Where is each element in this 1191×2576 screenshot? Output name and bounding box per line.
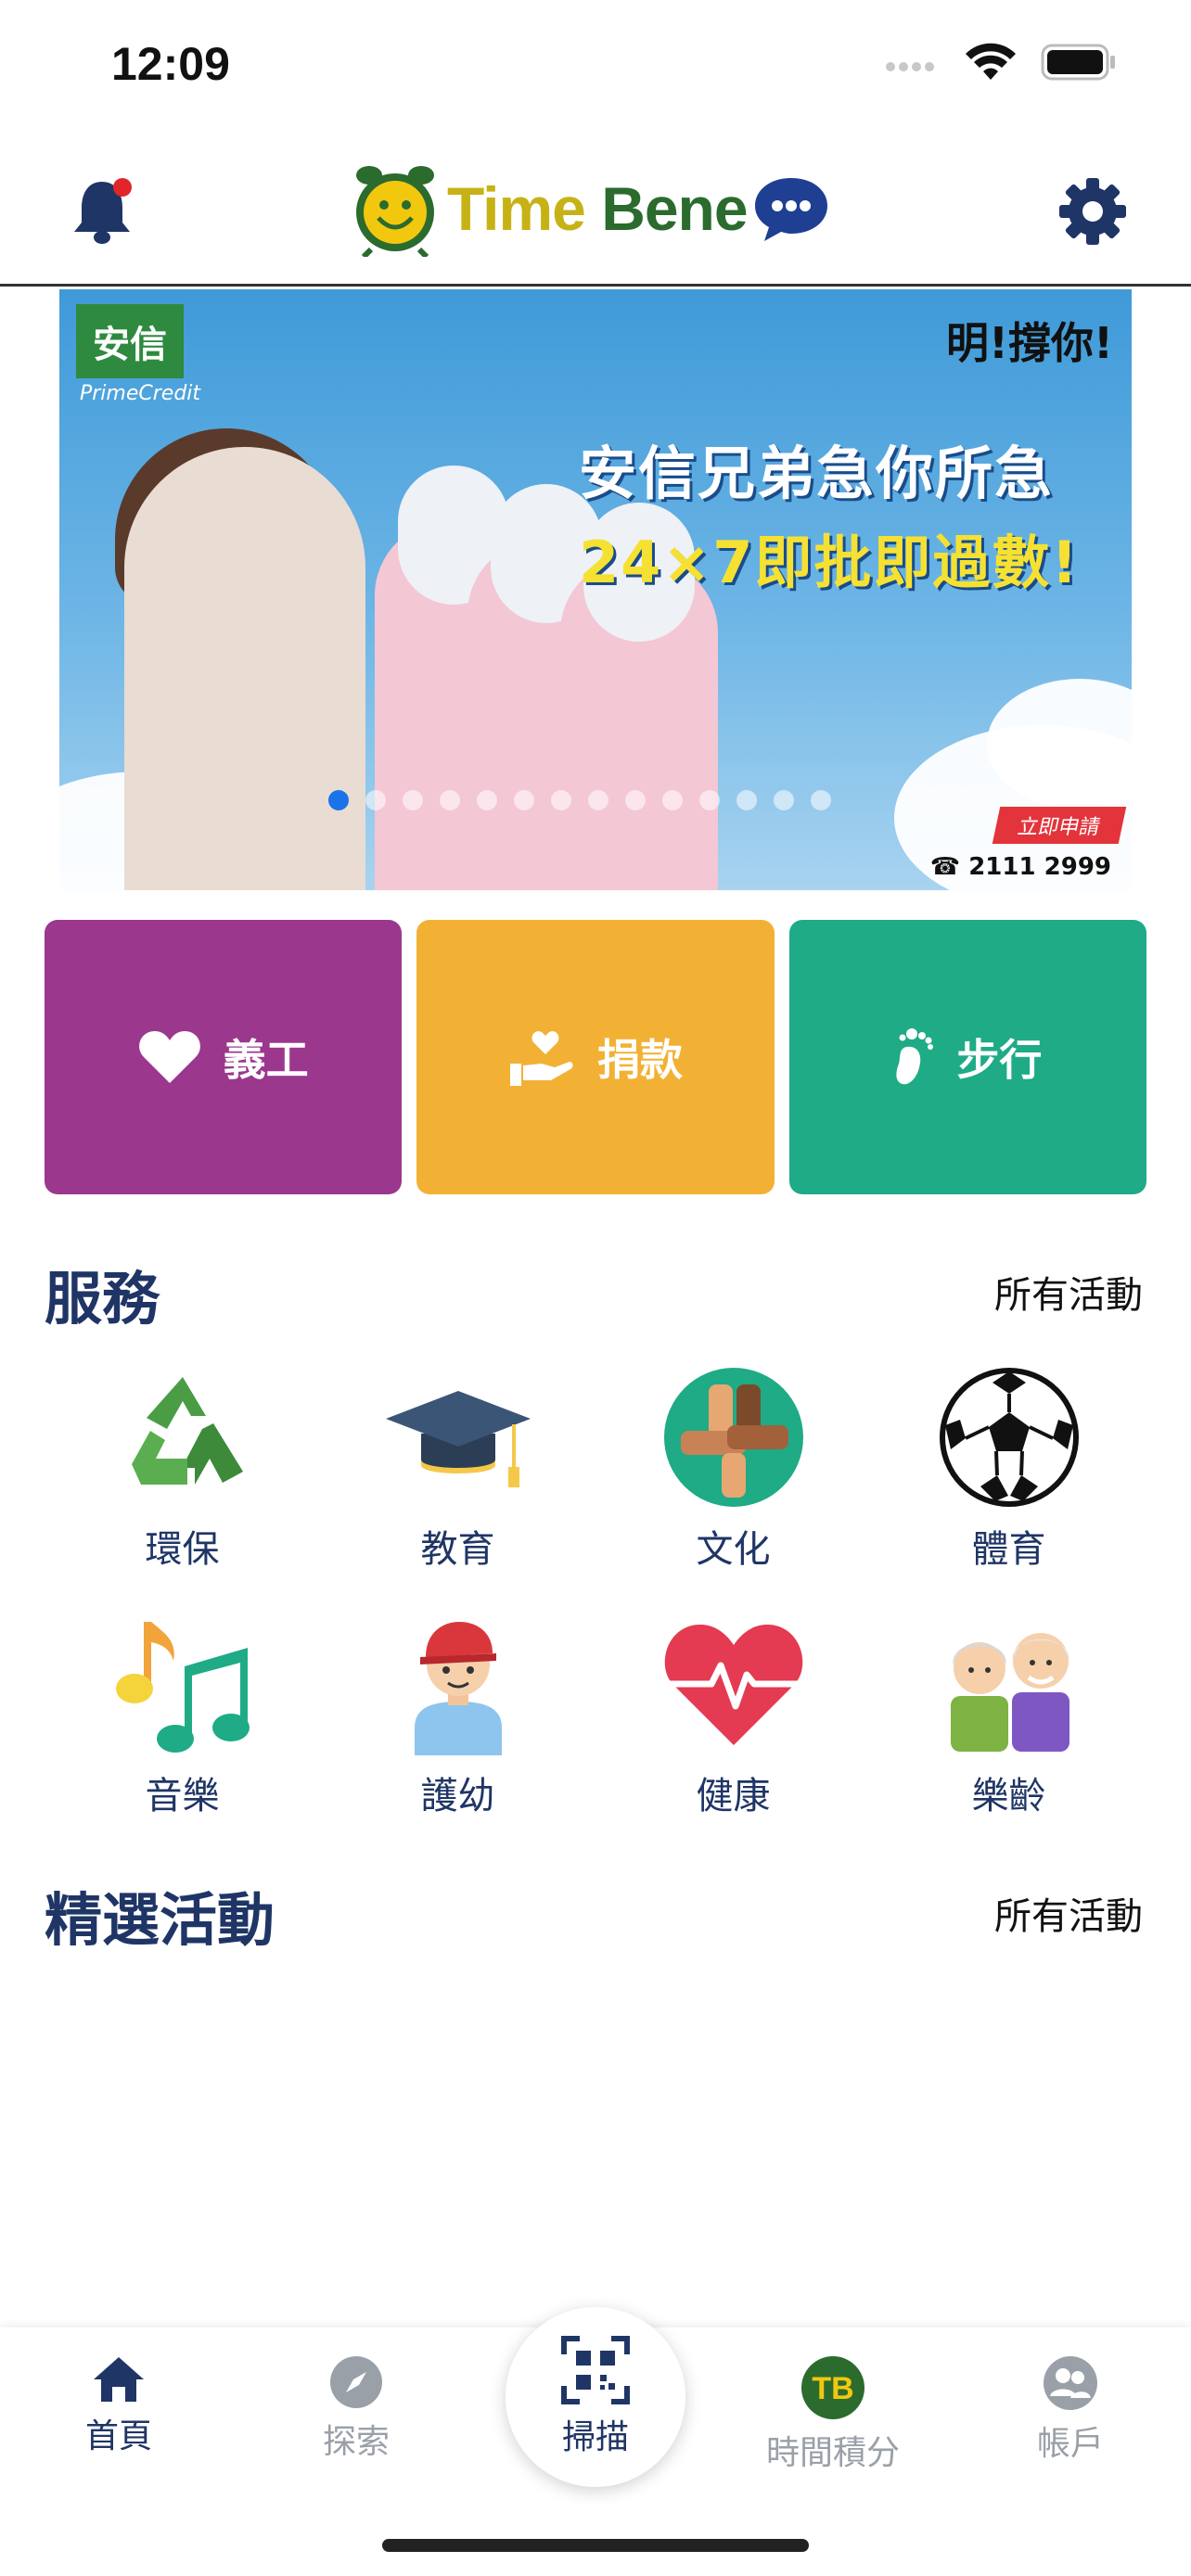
carousel-dot[interactable] [588,790,608,810]
hands-culture-icon [663,1368,803,1507]
logo-text-bene: Bene [601,174,748,243]
graduation-cap-icon [385,1391,531,1487]
tab-account[interactable]: 帳戶 [987,2355,1154,2465]
app-header: Time Bene [0,130,1191,287]
carousel-dot[interactable] [551,790,571,810]
promo-banner-carousel[interactable]: 安信 PrimeCredit 明!撐你! 安信兄弟急你所急 24×7即批即過數!… [59,289,1132,890]
status-bar: 12:09 [0,0,1191,130]
chat-bubble-icon [754,178,827,241]
battery-icon [1041,44,1115,81]
heart-icon [138,1031,200,1083]
compass-icon [330,2356,382,2408]
carousel-dot[interactable] [440,790,460,810]
tab-label: 帳戶 [1036,2425,1104,2463]
carousel-dot[interactable] [774,790,794,810]
banner-slogan: 安信兄弟急你所急 24×7即批即過數! [579,427,1080,599]
services-grid: 環保 教育 文化 體育 音樂 護幼 健康 樂齡 [45,1363,1146,1856]
carousel-pagination[interactable] [328,790,831,810]
tab-label: 掃描 [561,2418,629,2456]
tb-points-icon: TB [801,2356,864,2419]
service-elderly[interactable]: 樂齡 [871,1610,1146,1819]
heartbeat-icon [664,1625,802,1745]
carousel-dot[interactable] [328,790,349,810]
service-music[interactable]: 音樂 [45,1610,320,1819]
banner-brand-name: PrimeCredit [80,382,201,405]
app-logo: Time Bene [351,158,831,260]
carousel-dot[interactable] [662,790,683,810]
soccer-ball-icon [939,1368,1079,1507]
service-education[interactable]: 教育 [320,1363,596,1573]
carousel-dot[interactable] [736,790,757,810]
service-label: 護幼 [420,1775,495,1817]
scan-button[interactable]: 掃描 [506,2307,685,2487]
qr-code-icon [561,2336,630,2404]
recycle-icon [131,1377,243,1485]
service-label: 環保 [145,1528,220,1571]
quick-actions: 義工 捐款 步行 [45,920,1146,1194]
featured-all-activities-link[interactable]: 所有活動 [994,1886,1143,1940]
carousel-dot[interactable] [477,790,497,810]
notification-bell-icon[interactable] [65,174,139,249]
child-icon [414,1622,502,1755]
cellular-signal-icon [886,62,934,71]
tab-label: 首頁 [84,2417,152,2455]
logo-text-time: Time [447,174,602,243]
carousel-dot[interactable] [514,790,534,810]
service-label: 樂齡 [971,1775,1046,1817]
carousel-dot[interactable] [699,790,720,810]
walking-label: 步行 [956,1035,1043,1085]
wifi-icon [966,43,1016,80]
service-label: 音樂 [145,1775,220,1817]
service-label: 健康 [696,1775,771,1817]
walking-button[interactable]: 步行 [788,920,1146,1194]
banner-apply-button[interactable]: 立即申請 [992,807,1127,844]
settings-gear-icon[interactable] [1057,176,1128,247]
tab-home[interactable]: 首頁 [35,2355,202,2457]
service-health[interactable]: 健康 [596,1610,871,1819]
tab-label: 時間積分 [765,2434,900,2472]
service-label: 教育 [420,1528,495,1571]
notification-dot [113,178,132,197]
donate-hand-icon [509,1031,573,1086]
service-label: 體育 [971,1528,1046,1571]
home-icon [94,2357,144,2402]
services-all-activities-link[interactable]: 所有活動 [994,1265,1143,1319]
carousel-dot[interactable] [365,790,386,810]
banner-phone-number: 2111 2999 [968,853,1111,881]
footprint-icon [896,1028,934,1085]
tab-label: 探索 [322,2423,390,2461]
service-label: 文化 [696,1528,771,1571]
banner-brand-logo: 安信 [76,304,184,378]
status-time: 12:09 [111,38,230,90]
banner-person [124,447,365,890]
carousel-dot[interactable] [403,790,423,810]
donate-label: 捐款 [596,1035,683,1085]
banner-slogan-line1: 安信兄弟急你所急 [579,440,1055,507]
featured-activities-title: 精選活動 [45,1886,275,1954]
carousel-dot[interactable] [625,790,646,810]
alarm-clock-logo-icon [356,166,434,257]
volunteer-button[interactable]: 義工 [45,920,403,1194]
banner-top-slogan: 明!撐你! [946,318,1113,368]
volunteer-label: 義工 [223,1035,309,1085]
tab-time-points[interactable]: TB 時間積分 [749,2355,916,2474]
banner-slogan-line2: 24×7即批即過數! [579,529,1080,596]
service-environment[interactable]: 環保 [45,1363,320,1573]
carousel-dot[interactable] [811,790,831,810]
donate-button[interactable]: 捐款 [416,920,775,1194]
account-icon [1044,2356,1097,2410]
service-culture[interactable]: 文化 [596,1363,871,1573]
elderly-couple-icon [950,1633,1069,1752]
banner-phone: ☎ 2111 2999 [929,853,1111,881]
tab-explore[interactable]: 探索 [273,2355,440,2463]
home-indicator [382,2539,809,2552]
music-notes-icon [115,1622,250,1753]
services-title: 服務 [45,1265,160,1333]
tb-badge-text: TB [812,2371,853,2406]
service-sports[interactable]: 體育 [871,1363,1146,1573]
service-childcare[interactable]: 護幼 [320,1610,596,1819]
